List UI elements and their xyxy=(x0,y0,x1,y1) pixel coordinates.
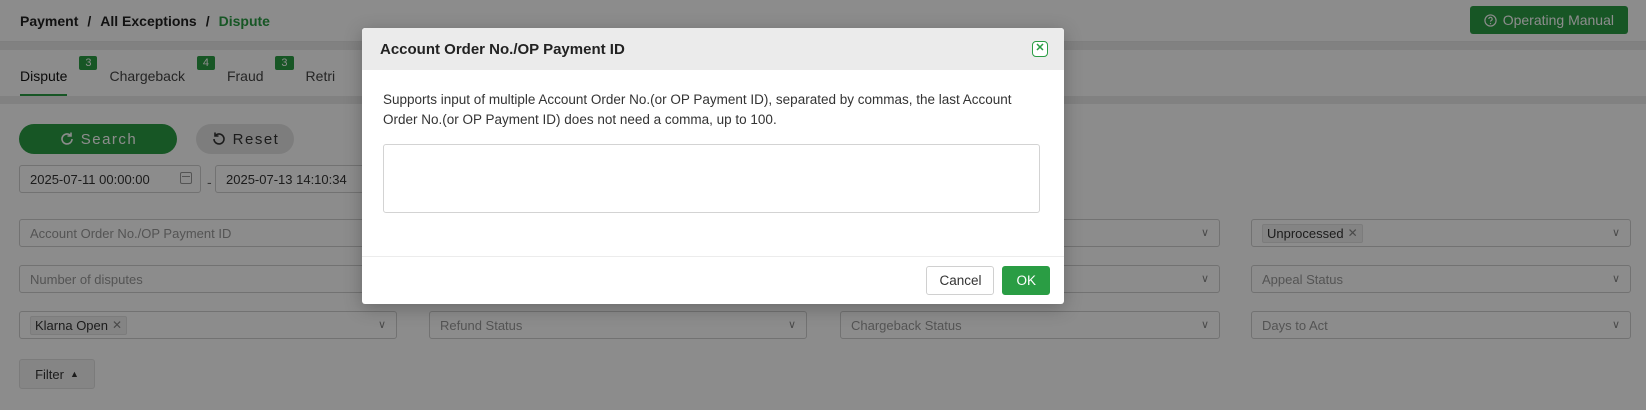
dialog-footer: Cancel OK xyxy=(362,256,1064,304)
ok-button[interactable]: OK xyxy=(1002,266,1050,295)
account-order-dialog: Account Order No./OP Payment ID ✕ Suppor… xyxy=(362,28,1064,304)
cancel-button[interactable]: Cancel xyxy=(926,266,995,295)
order-ids-textarea[interactable] xyxy=(383,144,1040,213)
dialog-body: Supports input of multiple Account Order… xyxy=(362,70,1064,216)
dialog-header: Account Order No./OP Payment ID ✕ xyxy=(362,28,1064,70)
dialog-description: Supports input of multiple Account Order… xyxy=(383,92,1012,127)
dialog-title: Account Order No./OP Payment ID xyxy=(380,40,625,58)
close-icon[interactable]: ✕ xyxy=(1032,41,1048,57)
